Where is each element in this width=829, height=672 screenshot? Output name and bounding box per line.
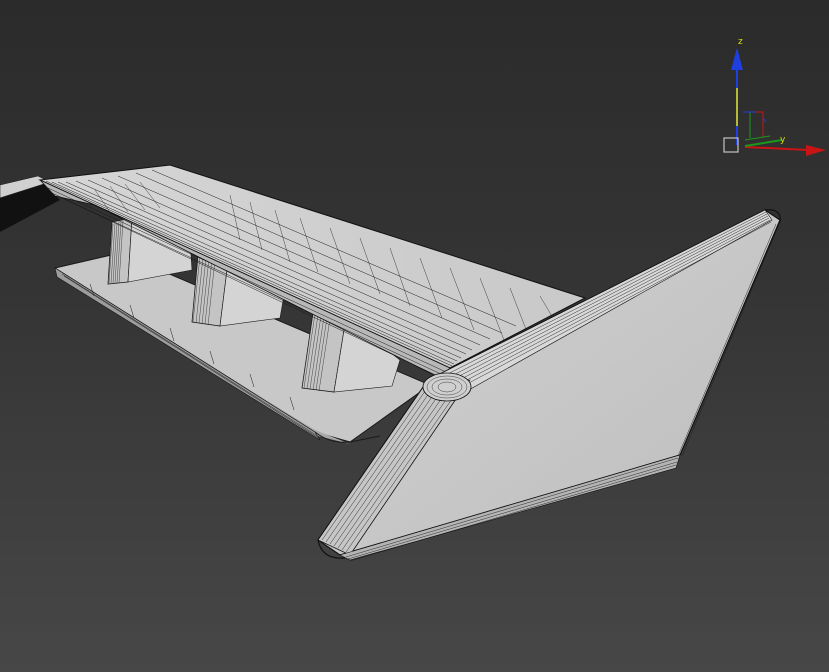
spoiler-model[interactable]: [0, 0, 829, 672]
3d-viewport[interactable]: z y: [0, 0, 829, 672]
